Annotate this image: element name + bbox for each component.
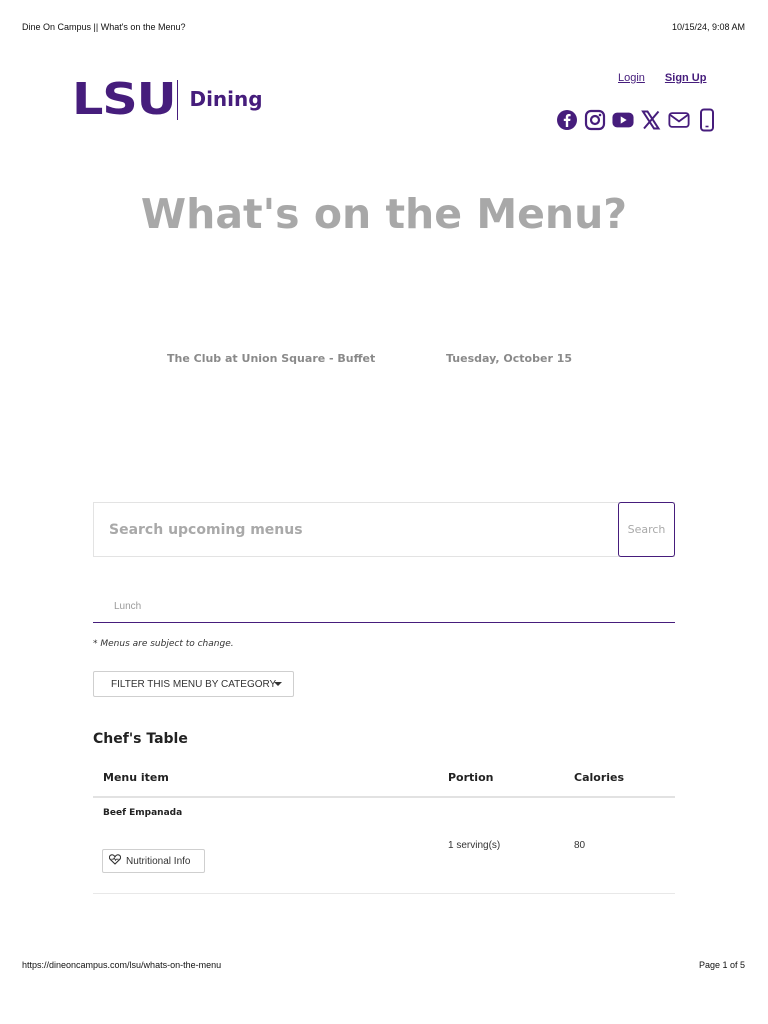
meal-period-value: Lunch (114, 601, 142, 612)
heart-icon (108, 854, 122, 868)
search-button[interactable]: Search (618, 502, 675, 557)
table-header-divider (93, 796, 675, 798)
column-header-item: Menu item (103, 771, 169, 784)
instagram-icon[interactable] (584, 108, 606, 132)
logo-dining-text: Dining (189, 87, 263, 111)
mobile-icon[interactable] (696, 108, 718, 132)
nutritional-info-label: Nutritional Info (126, 855, 191, 867)
table-row-divider (93, 893, 675, 894)
search-bar: Search (93, 502, 675, 557)
logo-lsu-text: LSU (72, 74, 177, 125)
print-datetime: 10/15/24, 9:08 AM (671, 22, 745, 32)
menu-item-portion: 1 serving(s) (448, 840, 501, 851)
print-title: Dine On Campus || What's on the Menu? (22, 22, 186, 32)
filter-category-label: FILTER THIS MENU BY CATEGORY (111, 678, 277, 690)
menu-item-calories: 80 (574, 840, 586, 851)
email-icon[interactable] (668, 108, 690, 132)
print-page-number: Page 1 of 5 (698, 960, 745, 970)
search-input[interactable] (94, 503, 619, 556)
menu-disclaimer: * Menus are subject to change. (93, 639, 234, 649)
menu-section-title: Chef's Table (93, 731, 188, 747)
filter-category-button[interactable]: FILTER THIS MENU BY CATEGORY (93, 671, 294, 697)
menu-item-name[interactable]: Beef Empanada (103, 808, 182, 818)
auth-links: Login Sign Up (618, 72, 706, 84)
print-header: Dine On Campus || What's on the Menu? 10… (22, 22, 745, 34)
signup-link[interactable]: Sign Up (665, 72, 707, 84)
login-link[interactable]: Login (618, 72, 645, 84)
date-selector[interactable]: Tuesday, October 15 (446, 352, 572, 365)
print-footer: https://dineoncampus.com/lsu/whats-on-th… (22, 960, 745, 972)
nutritional-info-button[interactable]: Nutritional Info (102, 849, 205, 873)
column-header-calories: Calories (574, 771, 625, 784)
print-url: https://dineoncampus.com/lsu/whats-on-th… (22, 960, 222, 970)
youtube-icon[interactable] (612, 108, 634, 132)
page-title: What's on the Menu? (140, 190, 628, 238)
facebook-icon[interactable] (556, 108, 578, 132)
lsu-dining-logo[interactable]: LSU Dining (72, 74, 263, 125)
caret-down-icon (274, 682, 282, 686)
meal-period-select[interactable]: Lunch (93, 592, 675, 623)
location-selector[interactable]: The Club at Union Square - Buffet (167, 352, 375, 365)
column-header-portion: Portion (448, 771, 494, 784)
logo-divider (177, 80, 179, 120)
social-icons (556, 108, 718, 132)
x-icon[interactable] (640, 108, 662, 132)
